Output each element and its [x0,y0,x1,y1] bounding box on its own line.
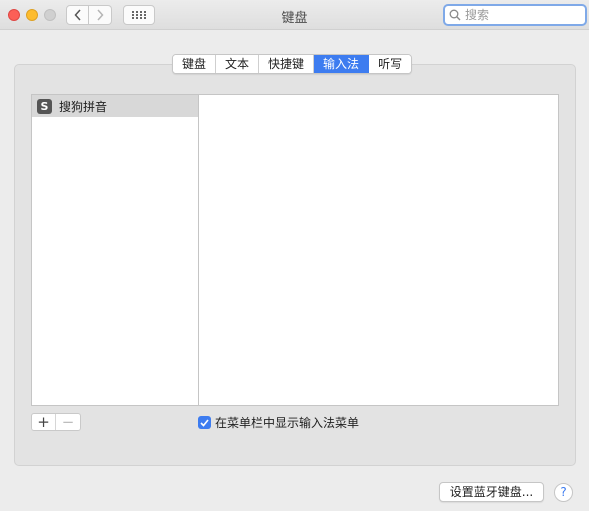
input-source-list: S 搜狗拼音 [31,94,199,406]
search-input[interactable] [465,8,583,22]
show-menu-checkbox[interactable] [198,416,211,429]
tab-shortcuts[interactable]: 快捷键 [259,55,315,73]
tab-dictation[interactable]: 听写 [369,55,412,73]
show-menu-label: 在菜单栏中显示输入法菜单 [215,416,360,430]
setup-bluetooth-keyboard-button[interactable]: 设置蓝牙键盘... [439,482,544,502]
tab-text[interactable]: 文本 [216,55,260,73]
input-source-detail [199,94,559,406]
add-input-source-button[interactable]: + [32,414,56,430]
tab-bar: 键盘 文本 快捷键 输入法 听写 [172,54,413,74]
add-remove-control: + − [31,413,81,431]
search-icon [449,9,461,21]
list-item[interactable]: S 搜狗拼音 [32,95,198,117]
help-button[interactable]: ? [554,483,573,502]
remove-input-source-button[interactable]: − [56,414,80,430]
search-field[interactable] [443,4,587,26]
sogou-icon: S [37,98,52,114]
show-menu-option[interactable]: 在菜单栏中显示输入法菜单 [198,414,359,431]
tab-keyboard[interactable]: 键盘 [173,55,217,73]
tab-input-sources[interactable]: 输入法 [314,55,370,73]
input-source-label: 搜狗拼音 [59,99,108,114]
title-bar: 键盘 [0,0,589,30]
checkmark-icon [200,418,209,427]
